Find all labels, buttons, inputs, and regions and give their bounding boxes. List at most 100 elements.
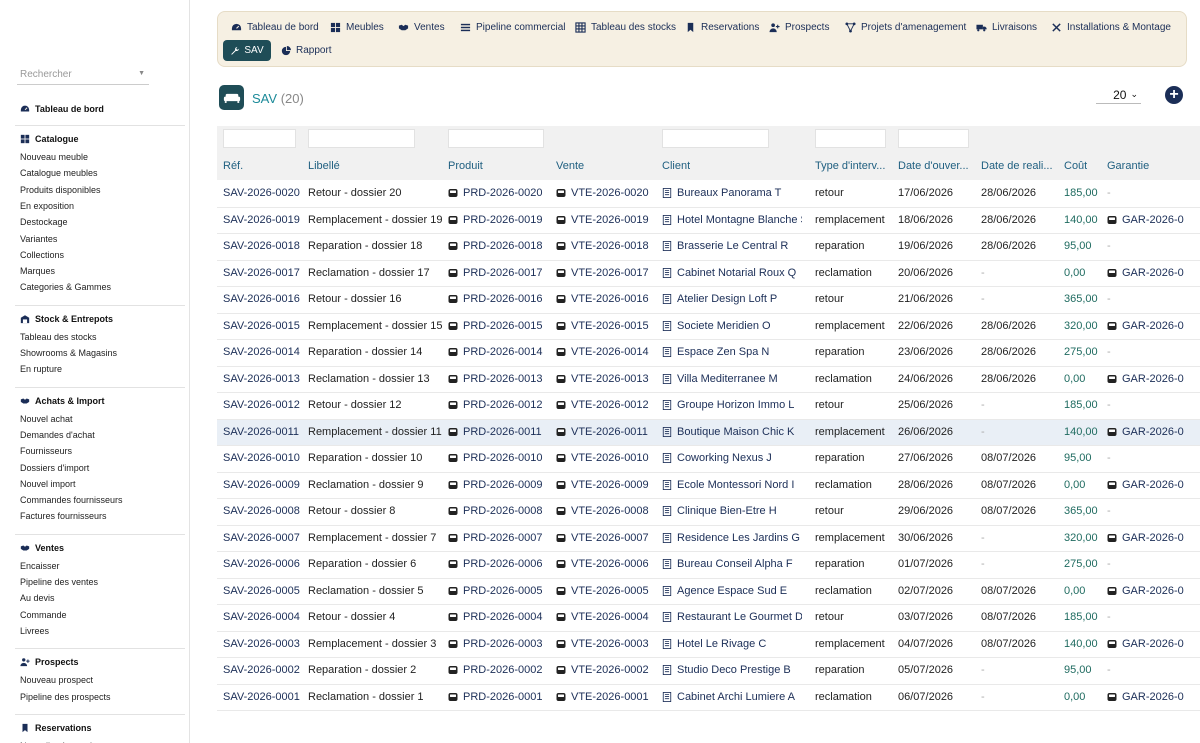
sale-link[interactable]: VTE-2026-0002 bbox=[556, 664, 649, 678]
sale-link[interactable]: VTE-2026-0017 bbox=[556, 267, 649, 281]
sale-link[interactable]: VTE-2026-0013 bbox=[556, 373, 649, 387]
sidebar-item-en-exposition[interactable]: En exposition bbox=[20, 201, 74, 211]
table-row[interactable]: SAV-2026-0010 Reparation - dossier 10 PRD-… bbox=[217, 446, 1200, 473]
sidebar-item-fournisseurs[interactable]: Fournisseurs bbox=[20, 446, 72, 456]
client-link[interactable]: Cabinet Archi Lumiere A bbox=[662, 691, 802, 705]
sidebar-item-collections[interactable]: Collections bbox=[20, 250, 64, 260]
column-header-libelle[interactable]: Libellé bbox=[308, 160, 340, 172]
product-link[interactable]: PRD-2026-0005 bbox=[448, 585, 543, 599]
client-link[interactable]: Hotel Montagne Blanche S bbox=[662, 214, 802, 228]
client-link[interactable]: Bureau Conseil Alpha F bbox=[662, 558, 802, 572]
sav-ref-link[interactable]: SAV-2026-0002 bbox=[223, 664, 300, 676]
column-filter-input[interactable] bbox=[815, 129, 886, 148]
client-link[interactable]: Coworking Nexus J bbox=[662, 452, 802, 466]
sale-link[interactable]: VTE-2026-0012 bbox=[556, 399, 649, 413]
sidebar-section-ventes[interactable]: Ventes bbox=[20, 543, 64, 553]
sidebar-item-au-devis[interactable]: Au devis bbox=[20, 593, 55, 603]
column-header-type[interactable]: Type d'interv... bbox=[815, 160, 885, 172]
sidebar-section-catalogue[interactable]: Catalogue bbox=[20, 134, 79, 144]
tab-installations-montage[interactable]: Installations & Montage bbox=[1051, 22, 1171, 33]
warranty-link[interactable]: GAR-2026-0 bbox=[1107, 638, 1184, 652]
client-link[interactable]: Residence Les Jardins G bbox=[662, 532, 802, 546]
column-header-client[interactable]: Client bbox=[662, 160, 690, 172]
warranty-link[interactable]: GAR-2026-0 bbox=[1107, 691, 1184, 705]
column-header-produit[interactable]: Produit bbox=[448, 160, 483, 172]
tab-ventes[interactable]: Ventes bbox=[398, 22, 445, 33]
warranty-link[interactable]: GAR-2026-0 bbox=[1107, 373, 1184, 387]
sale-link[interactable]: VTE-2026-0008 bbox=[556, 505, 649, 519]
product-link[interactable]: PRD-2026-0001 bbox=[448, 691, 543, 705]
table-row[interactable]: SAV-2026-0002 Reparation - dossier 2 PRD-2… bbox=[217, 658, 1200, 685]
product-link[interactable]: PRD-2026-0017 bbox=[448, 267, 543, 281]
sidebar-item-catalogue-meubles[interactable]: Catalogue meubles bbox=[20, 168, 98, 178]
table-row[interactable]: SAV-2026-0018 Reparation - dossier 18 PRD-… bbox=[217, 234, 1200, 261]
client-link[interactable]: Villa Mediterranee M bbox=[662, 373, 802, 387]
sidebar-item-categories-gammes[interactable]: Categories & Gammes bbox=[20, 282, 111, 292]
warranty-link[interactable]: GAR-2026-0 bbox=[1107, 320, 1184, 334]
sav-ref-link[interactable]: SAV-2026-0003 bbox=[223, 638, 300, 650]
column-header-date-ouverture[interactable]: Date d'ouver... bbox=[898, 160, 969, 172]
sidebar-item-livrees[interactable]: Livrees bbox=[20, 626, 49, 636]
tab-pipeline-commercial[interactable]: Pipeline commercial bbox=[460, 22, 565, 33]
sidebar-section-achats-import[interactable]: Achats & Import bbox=[20, 396, 105, 406]
table-row[interactable]: SAV-2026-0016 Retour - dossier 16 PRD-2026… bbox=[217, 287, 1200, 314]
sav-ref-link[interactable]: SAV-2026-0017 bbox=[223, 267, 300, 279]
table-row[interactable]: SAV-2026-0007 Remplacement - dossier 7 PRD… bbox=[217, 526, 1200, 552]
sidebar-item-variantes[interactable]: Variantes bbox=[20, 234, 57, 244]
client-link[interactable]: Atelier Design Loft P bbox=[662, 293, 802, 307]
sidebar-item-commandes-fournisseurs[interactable]: Commandes fournisseurs bbox=[20, 495, 123, 505]
sidebar-item-commande[interactable]: Commande bbox=[20, 610, 67, 620]
client-link[interactable]: Espace Zen Spa N bbox=[662, 346, 802, 360]
sidebar-item-showrooms-magasins[interactable]: Showrooms & Magasins bbox=[20, 348, 117, 358]
table-row[interactable]: SAV-2026-0009 Reclamation - dossier 9 PRD-… bbox=[217, 473, 1200, 499]
table-row[interactable]: SAV-2026-0017 Reclamation - dossier 17 PRD… bbox=[217, 261, 1200, 287]
sidebar-item-pipeline-des-prospects[interactable]: Pipeline des prospects bbox=[20, 692, 111, 702]
sav-ref-link[interactable]: SAV-2026-0009 bbox=[223, 479, 300, 491]
sav-ref-link[interactable]: SAV-2026-0019 bbox=[223, 214, 300, 226]
product-link[interactable]: PRD-2026-0020 bbox=[448, 187, 543, 201]
sav-ref-link[interactable]: SAV-2026-0016 bbox=[223, 293, 300, 305]
sidebar-item-factures-fournisseurs[interactable]: Factures fournisseurs bbox=[20, 511, 107, 521]
sav-ref-link[interactable]: SAV-2026-0006 bbox=[223, 558, 300, 570]
sav-ref-link[interactable]: SAV-2026-0007 bbox=[223, 532, 300, 544]
sale-link[interactable]: VTE-2026-0015 bbox=[556, 320, 649, 334]
sale-link[interactable]: VTE-2026-0018 bbox=[556, 240, 649, 254]
tab-reservations[interactable]: Reservations bbox=[685, 22, 759, 33]
add-button[interactable]: + bbox=[1165, 86, 1183, 104]
table-row[interactable]: SAV-2026-0008 Retour - dossier 8 PRD-2026-… bbox=[217, 499, 1200, 526]
sidebar-item-pipeline-des-ventes[interactable]: Pipeline des ventes bbox=[20, 577, 98, 587]
client-link[interactable]: Restaurant Le Gourmet D bbox=[662, 611, 802, 625]
sidebar-item-demandes-d-achat[interactable]: Demandes d'achat bbox=[20, 430, 95, 440]
tab-meubles[interactable]: Meubles bbox=[330, 22, 384, 33]
table-row[interactable]: SAV-2026-0019 Remplacement - dossier 19 PR… bbox=[217, 208, 1200, 234]
sidebar-item-destockage[interactable]: Destockage bbox=[20, 217, 68, 227]
column-filter-input[interactable] bbox=[898, 129, 969, 148]
table-row[interactable]: SAV-2026-0004 Retour - dossier 4 PRD-2026-… bbox=[217, 605, 1200, 632]
table-row[interactable]: SAV-2026-0015 Remplacement - dossier 15 PR… bbox=[217, 314, 1200, 340]
sale-link[interactable]: VTE-2026-0004 bbox=[556, 611, 649, 625]
table-row[interactable]: SAV-2026-0001 Reclamation - dossier 1 PRD-… bbox=[217, 685, 1200, 711]
warranty-link[interactable]: GAR-2026-0 bbox=[1107, 532, 1184, 546]
sale-link[interactable]: VTE-2026-0011 bbox=[556, 426, 648, 440]
warranty-link[interactable]: GAR-2026-0 bbox=[1107, 426, 1184, 440]
sale-link[interactable]: VTE-2026-0016 bbox=[556, 293, 649, 307]
table-row[interactable]: SAV-2026-0005 Reclamation - dossier 5 PRD-… bbox=[217, 579, 1200, 605]
sav-ref-link[interactable]: SAV-2026-0011 bbox=[223, 426, 299, 438]
product-link[interactable]: PRD-2026-0002 bbox=[448, 664, 543, 678]
table-row[interactable]: SAV-2026-0011 Remplacement - dossier 11 PR… bbox=[217, 419, 1200, 446]
tab-tableau-des-stocks[interactable]: Tableau des stocks bbox=[575, 22, 676, 33]
table-row[interactable]: SAV-2026-0014 Reparation - dossier 14 PRD-… bbox=[217, 340, 1200, 367]
sidebar-item-tableau-des-stocks[interactable]: Tableau des stocks bbox=[20, 332, 97, 342]
product-link[interactable]: PRD-2026-0013 bbox=[448, 373, 543, 387]
tab-sav[interactable]: SAV bbox=[223, 40, 271, 61]
product-link[interactable]: PRD-2026-0010 bbox=[448, 452, 543, 466]
column-header-cout[interactable]: Coût bbox=[1064, 160, 1087, 172]
client-link[interactable]: Studio Deco Prestige B bbox=[662, 664, 802, 678]
client-link[interactable]: Hotel Le Rivage C bbox=[662, 638, 802, 652]
table-row[interactable]: SAV-2026-0013 Reclamation - dossier 13 PRD… bbox=[217, 367, 1200, 393]
column-header-vente[interactable]: Vente bbox=[556, 160, 584, 172]
client-link[interactable]: Clinique Bien-Etre H bbox=[662, 505, 802, 519]
column-filter-input[interactable] bbox=[662, 129, 769, 148]
table-row[interactable]: SAV-2026-0020 Retour - dossier 20 PRD-2026… bbox=[217, 181, 1200, 208]
product-link[interactable]: PRD-2026-0004 bbox=[448, 611, 543, 625]
